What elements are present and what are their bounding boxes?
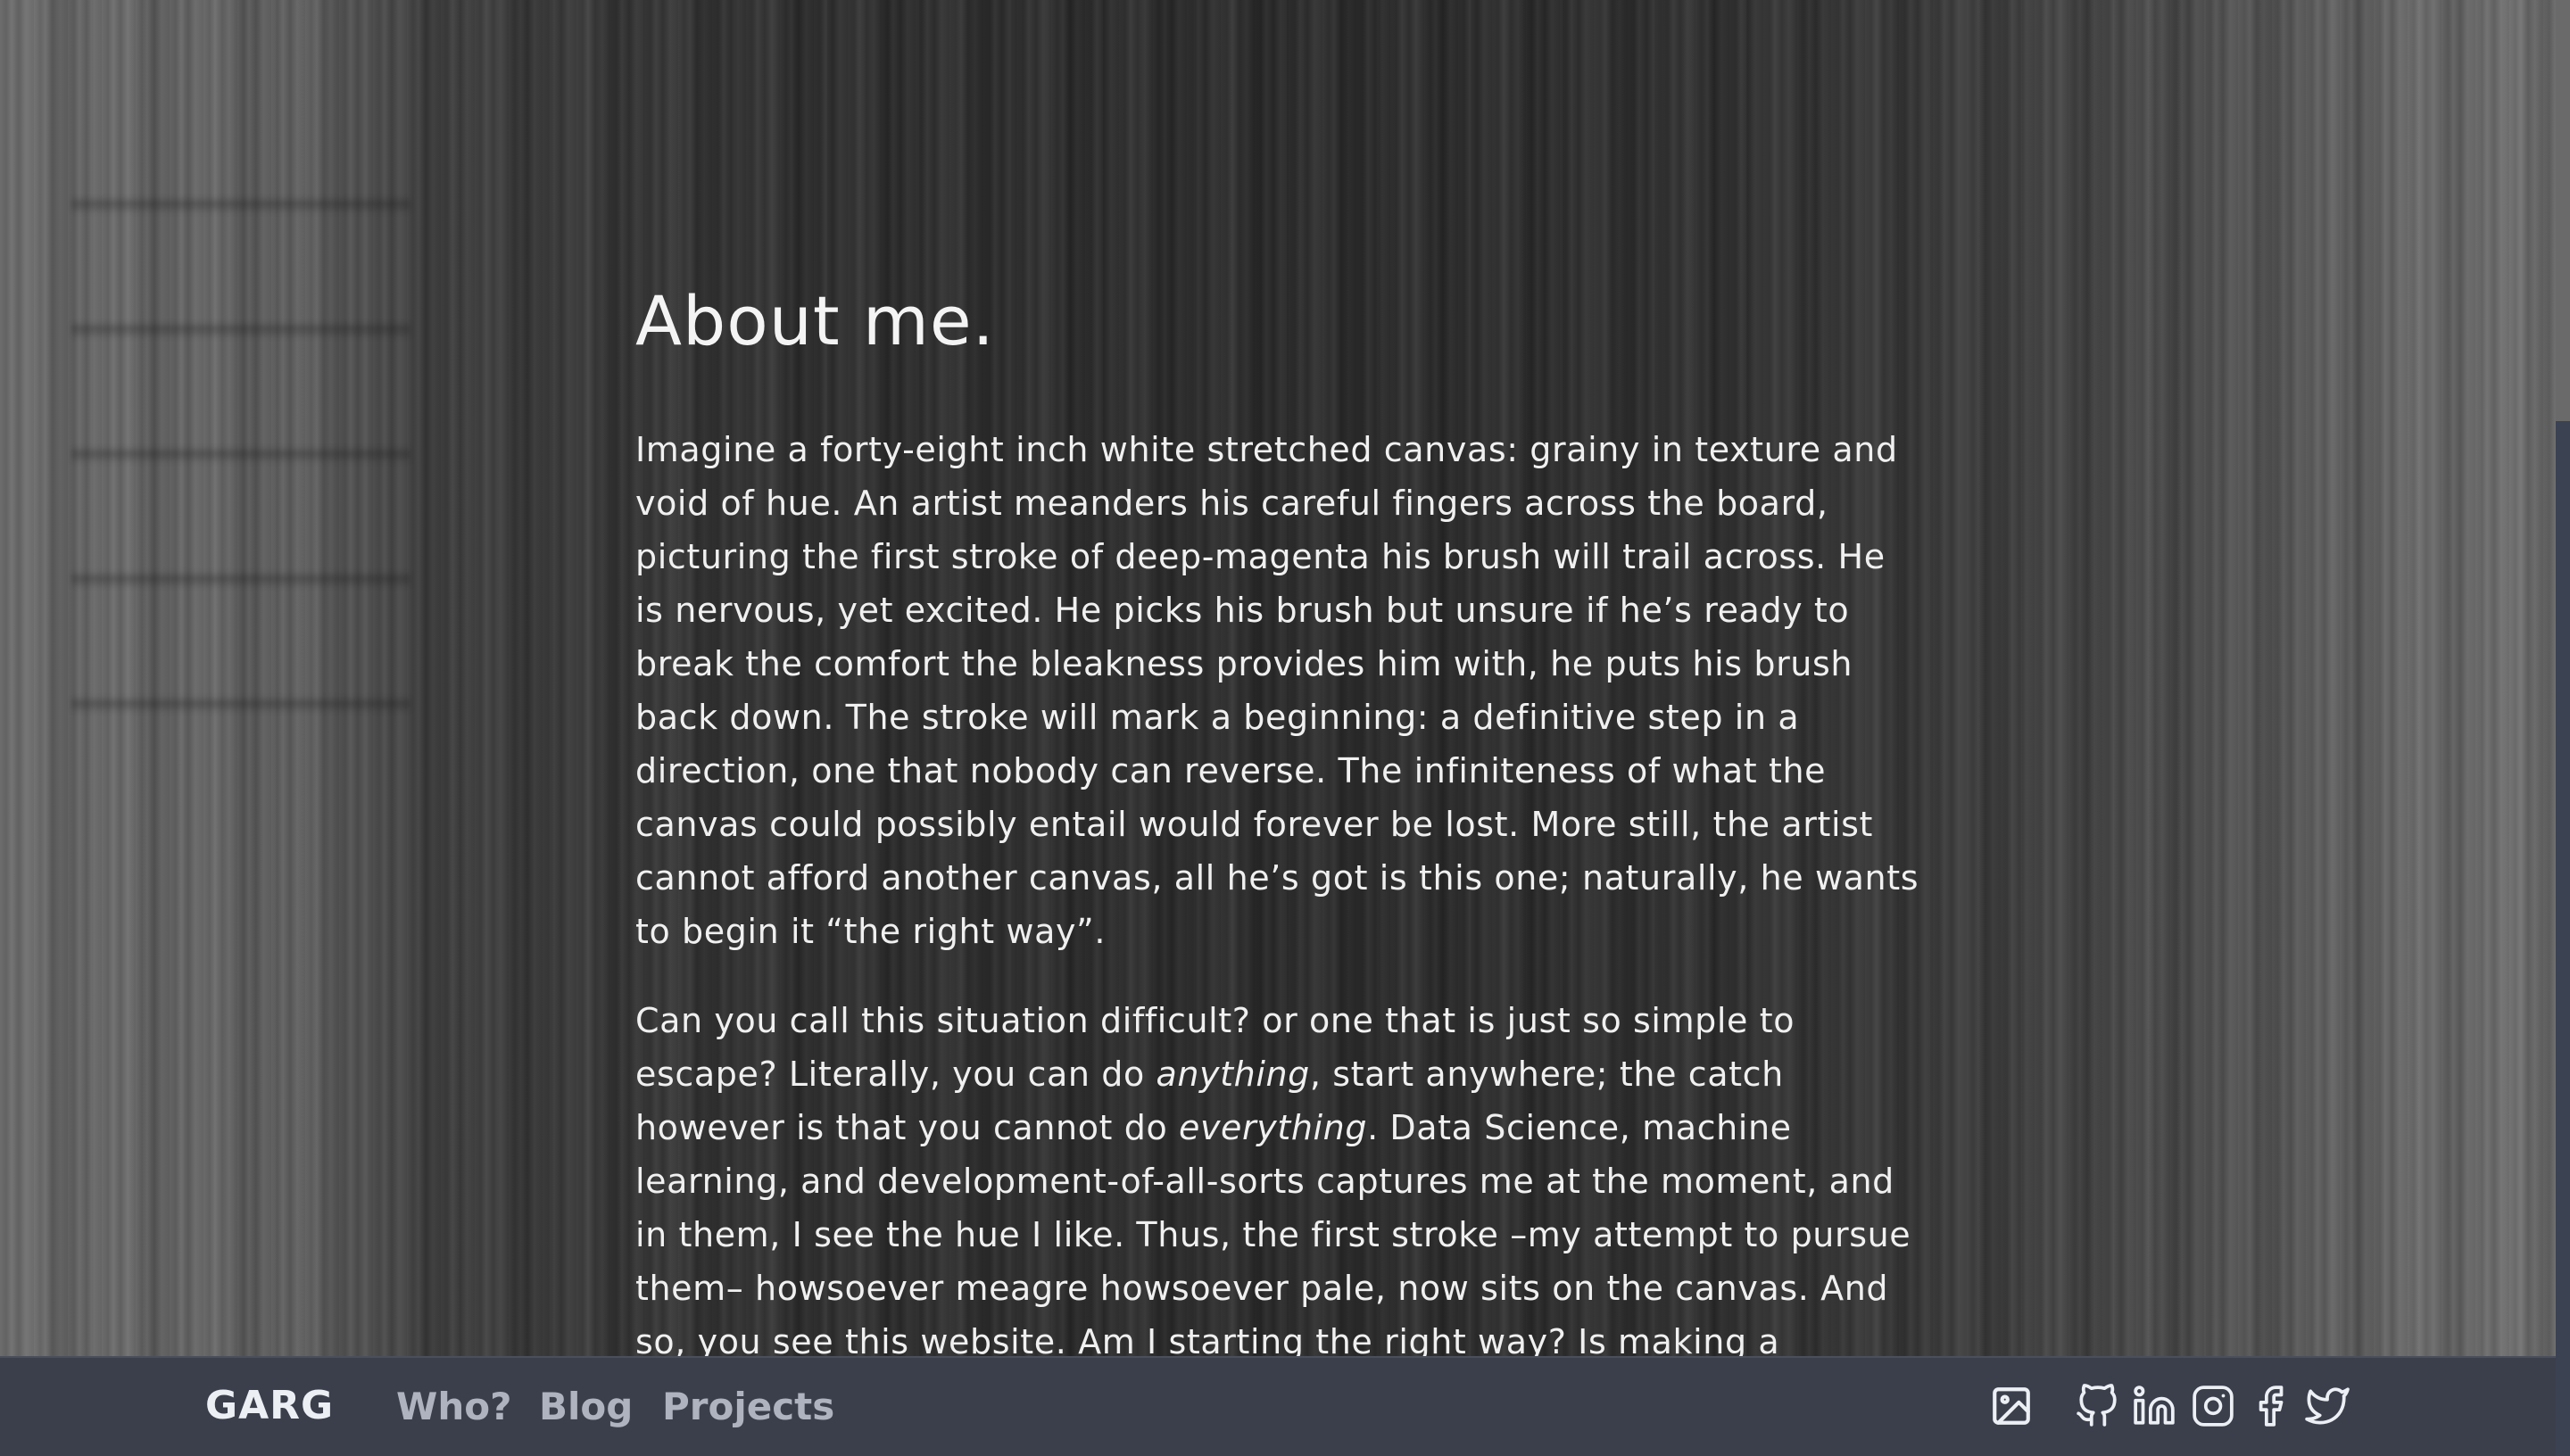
bottom-navbar: GARG Who? Blog Projects [0,1356,2556,1456]
nav-link-blog[interactable]: Blog [539,1385,633,1428]
nav-link-who[interactable]: Who? [396,1385,511,1428]
page-viewport: About me. Imagine a forty-eight inch whi… [0,0,2570,1456]
instagram-icon[interactable] [2188,1381,2238,1431]
image-icon[interactable] [1986,1381,2036,1431]
twitter-icon[interactable] [2302,1381,2352,1431]
paragraph-canvas: Imagine a forty-eight inch white stretch… [635,429,1919,951]
emphasis-anything: anything [1156,1054,1310,1094]
facebook-icon[interactable] [2245,1381,2295,1431]
brand-logo-link[interactable]: GARG [205,1383,334,1428]
paragraph-situation: Can you call this situation difficult? o… [635,994,1920,1369]
background-streaks [71,134,410,758]
linkedin-icon[interactable] [2129,1381,2179,1431]
nav-link-projects[interactable]: Projects [662,1385,834,1428]
emphasis-everything: everything [1178,1107,1368,1147]
page-title: About me. [635,281,995,360]
about-section: About me. Imagine a forty-eight inch whi… [635,268,1920,1404]
github-icon[interactable] [2072,1381,2122,1431]
scrollbar-thumb[interactable] [2556,0,2570,421]
